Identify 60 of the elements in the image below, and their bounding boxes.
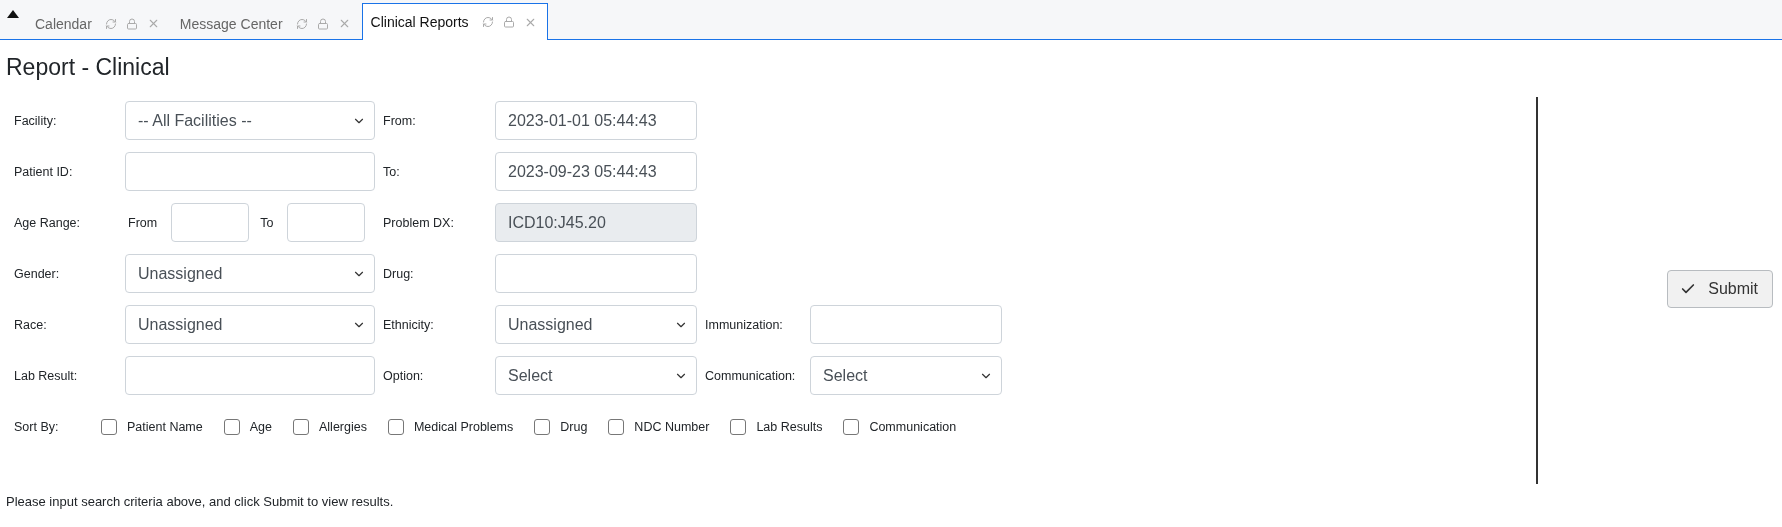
field-label: Problem DX: (382, 215, 455, 230)
checkbox[interactable] (843, 419, 860, 435)
field-label: Patient ID: (14, 164, 74, 179)
checkbox[interactable] (534, 419, 551, 435)
input-field[interactable]: 2023-09-23 05:44:43 (495, 152, 697, 191)
page-title: Report - Clinical (6, 54, 171, 82)
dropdown[interactable]: Select (810, 356, 1002, 395)
dropdown[interactable]: Unassigned (125, 254, 375, 293)
field-label: To: (382, 164, 401, 179)
lock-icon[interactable] (316, 17, 329, 30)
lock-icon[interactable] (125, 17, 138, 30)
checkbox-label: NDC Number (634, 420, 710, 434)
checkbox-label: Lab Results (756, 420, 823, 434)
field-label: Age Range: (14, 215, 82, 230)
refresh-icon[interactable] (104, 17, 117, 30)
input-field[interactable] (495, 254, 697, 293)
refresh-icon[interactable] (295, 17, 308, 30)
dropdown[interactable]: -- All Facilities -- (125, 101, 375, 140)
checkbox-label: Age (249, 420, 272, 434)
field-label: Drug: (382, 266, 415, 281)
checkbox[interactable] (293, 419, 309, 435)
checkbox[interactable] (101, 419, 117, 435)
field-label: Race: (14, 317, 48, 332)
dropdown[interactable]: Unassigned (495, 305, 697, 344)
field-label: Immunization: (704, 317, 784, 332)
checkbox[interactable] (608, 419, 625, 435)
checkbox-label: Medical Problems (413, 420, 514, 434)
input-field[interactable] (125, 356, 375, 395)
checkbox-label: Drug (560, 420, 588, 434)
tab[interactable]: Calendar (26, 6, 171, 40)
submit-button[interactable]: Submit (1667, 269, 1773, 308)
field-label: To (260, 215, 274, 230)
checkbox-label: Allergies (319, 420, 367, 434)
field-label: Ethnicity: (382, 317, 435, 332)
sort-label: Sort By: (14, 420, 60, 434)
tab[interactable]: Clinical Reports (361, 3, 548, 40)
field-label: Communication: (704, 368, 797, 383)
field-label: From: (382, 113, 417, 128)
checkbox[interactable] (223, 419, 240, 435)
input-field[interactable]: 2023-01-01 05:44:43 (495, 101, 697, 140)
field-label: From (128, 215, 158, 230)
collapse-icon[interactable] (6, 9, 20, 19)
tab[interactable]: Message Center (170, 6, 362, 40)
field-label: Lab Result: (14, 368, 79, 383)
input-field[interactable] (287, 203, 366, 242)
lock-icon[interactable] (502, 16, 515, 28)
checkbox-label: Communication (869, 420, 957, 434)
dropdown[interactable]: Unassigned (125, 305, 375, 344)
checkbox[interactable] (387, 419, 404, 435)
checkbox-label: Patient Name (127, 420, 203, 434)
refresh-icon[interactable] (481, 16, 494, 28)
input-field[interactable] (125, 152, 375, 191)
checkbox[interactable] (730, 419, 747, 435)
field-label: Gender: (14, 266, 61, 281)
dropdown[interactable]: Select (495, 356, 697, 395)
input-field[interactable] (810, 305, 1002, 344)
instruction-text: Please input search criteria above, and click Submit to view results. (6, 494, 395, 509)
field-label: Facility: (14, 113, 58, 128)
field-label: Option: (382, 368, 425, 383)
input-field[interactable] (171, 203, 250, 242)
